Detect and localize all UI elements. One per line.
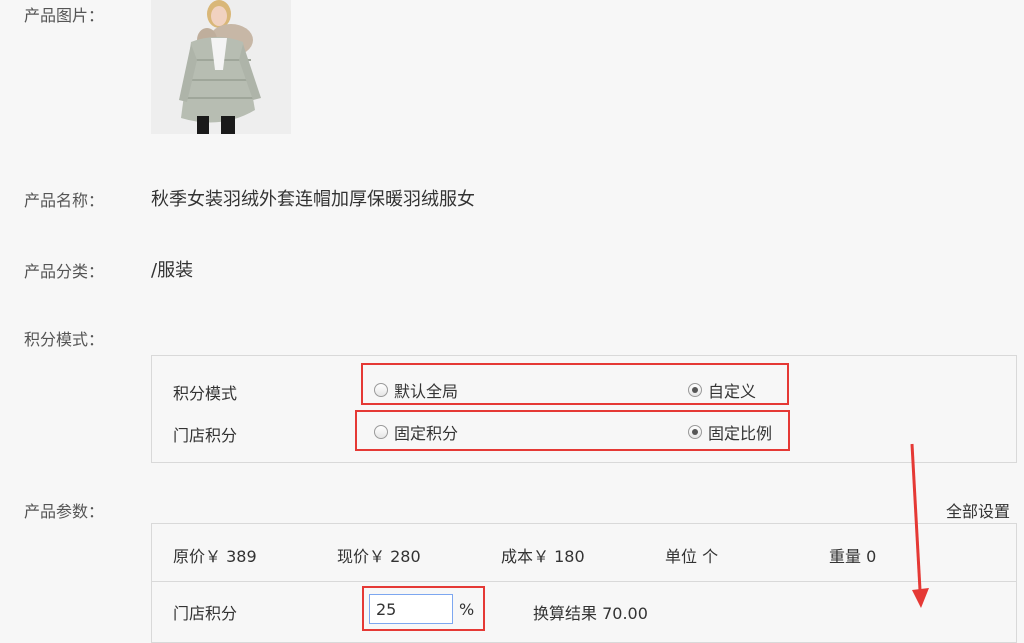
store-points-label: 门店积分 xyxy=(173,604,238,623)
unit: 单位 个 xyxy=(665,547,719,566)
radio-custom[interactable]: 自定义 xyxy=(688,378,756,402)
name-label: 产品名称： xyxy=(24,191,105,210)
conversion-result: 换算结果 70.00 xyxy=(533,604,648,623)
radio-unchecked-icon xyxy=(374,383,388,397)
store-points-input[interactable] xyxy=(369,594,453,624)
percent-sign: % xyxy=(459,600,475,619)
mode-row-label: 积分模式 xyxy=(173,384,238,403)
set-all-link[interactable]: 全部设置 xyxy=(946,498,1010,522)
row-divider xyxy=(152,581,1016,582)
points-mode-label: 积分模式： xyxy=(24,330,105,349)
category-label: 产品分类： xyxy=(24,262,105,281)
original-price: 原价￥ 389 xyxy=(173,547,257,566)
current-price: 现价￥ 280 xyxy=(337,547,421,566)
store-row-label: 门店积分 xyxy=(173,426,238,445)
params-label: 产品参数： xyxy=(24,502,105,521)
radio-fixed-points[interactable]: 固定积分 xyxy=(374,420,458,444)
radio-unchecked-icon xyxy=(374,425,388,439)
radio-checked-icon xyxy=(688,425,702,439)
points-mode-panel: 积分模式 默认全局 自定义 门店积分 固定积分 固定比例 xyxy=(151,355,1017,463)
image-label: 产品图片： xyxy=(24,6,105,25)
product-image[interactable] xyxy=(151,0,291,134)
jacket-illustration xyxy=(151,0,291,134)
radio-checked-icon xyxy=(688,383,702,397)
params-panel: 原价￥ 389 现价￥ 280 成本￥ 180 单位 个 重量 0 门店积分 %… xyxy=(151,523,1017,643)
radio-default-global[interactable]: 默认全局 xyxy=(374,378,458,402)
arrow-down-icon xyxy=(910,443,929,608)
radio-fixed-ratio[interactable]: 固定比例 xyxy=(688,420,772,444)
product-category: /服装 xyxy=(151,260,194,281)
weight: 重量 0 xyxy=(829,547,877,566)
product-name: 秋季女装羽绒外套连帽加厚保暖羽绒服女 xyxy=(151,189,475,210)
cost-price: 成本￥ 180 xyxy=(501,547,585,566)
